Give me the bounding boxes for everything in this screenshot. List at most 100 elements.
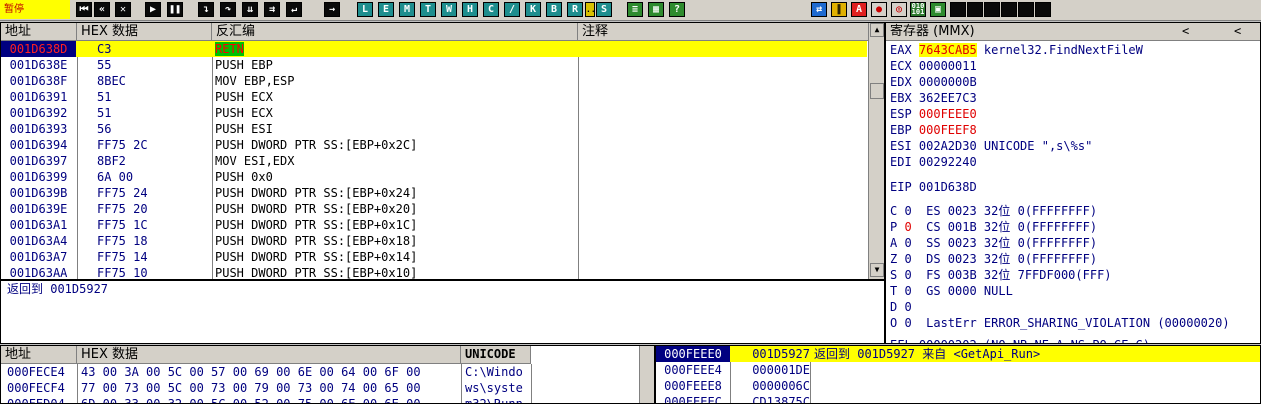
disasm-row[interactable]: 001D6393 56 PUSH ESI xyxy=(1,121,867,137)
disasm-row[interactable]: 001D6394 FF75 2C PUSH DWORD PTR SS:[EBP+0x… xyxy=(1,137,867,153)
record-icon[interactable]: ● xyxy=(871,2,887,17)
disasm-row[interactable]: 001D638F 8BEC MOV EBP,ESP xyxy=(1,73,867,89)
register-ebx[interactable]: EBX 362EE7C3 xyxy=(890,90,977,106)
register-value[interactable]: 000FEEF8 xyxy=(919,123,977,137)
register-efl[interactable]: EFL 00000202 (NO,NB,NE,A,NS,PO,GE,G) xyxy=(890,337,1150,343)
flag-d[interactable]: D 0 xyxy=(890,299,912,315)
flag-value[interactable]: 0 xyxy=(904,204,911,218)
flag-t[interactable]: T 0 GS 0000 NULL xyxy=(890,283,1013,299)
binary-icon[interactable]: 010 101 xyxy=(910,2,926,17)
disassembly-pane[interactable]: 地址 HEX 数据 反汇编 注释 001D638D C3 RETN 001D638E 5… xyxy=(0,22,885,280)
disasm-row[interactable]: 001D63A7 FF75 14 PUSH DWORD PTR SS:[EBP+0x… xyxy=(1,249,867,265)
stack-row[interactable]: 000FEEE8 0000006C xyxy=(656,378,1260,394)
dump-row[interactable]: 000FECF4 77 00 73 00 5C 00 73 00 79 00 73… xyxy=(1,380,637,396)
flag-value[interactable]: 0 xyxy=(904,300,911,314)
toolbar-letter-t-button[interactable]: T xyxy=(420,2,436,17)
disasm-row[interactable]: 001D63A1 FF75 1C PUSH DWORD PTR SS:[EBP+0x… xyxy=(1,217,867,233)
black-box-3-icon[interactable] xyxy=(984,2,1000,17)
refresh-icon[interactable]: ⇄ xyxy=(811,2,827,17)
registers-next-icon[interactable]: < xyxy=(1234,24,1241,38)
register-value[interactable]: 7643CAB5 xyxy=(918,43,977,57)
register-value[interactable]: 002A2D30 xyxy=(919,139,977,153)
flag-value[interactable]: 0 xyxy=(904,220,911,234)
toolbar-letter-s-button[interactable]: S xyxy=(596,2,612,17)
black-box-5-icon[interactable] xyxy=(1018,2,1034,17)
flag-a[interactable]: A 0 SS 0023 32位 0(FFFFFFFF) xyxy=(890,235,1097,251)
pause-thread-icon[interactable]: ∥ xyxy=(831,2,847,17)
flag-value[interactable]: 0 xyxy=(904,236,911,250)
disasm-row[interactable]: 001D6397 8BF2 MOV ESI,EDX xyxy=(1,153,867,169)
disasm-row[interactable]: 001D638D C3 RETN xyxy=(1,41,867,57)
dump-pane[interactable]: 地址 HEX 数据 UNICODE 000FECE4 43 00 3A 00 5C… xyxy=(0,345,655,404)
flag-value[interactable]: 0 xyxy=(904,316,911,330)
flag-p[interactable]: P 0 CS 001B 32位 0(FFFFFFFF) xyxy=(890,219,1097,235)
dump-scrollbar[interactable] xyxy=(639,346,654,403)
go-to-icon[interactable]: → xyxy=(324,2,340,17)
register-eax[interactable]: EAX 7643CAB5 kernel32.FindNextFileW xyxy=(890,42,1143,58)
back-icon[interactable]: « xyxy=(94,2,110,17)
scroll-up-icon[interactable]: ▲ xyxy=(870,23,884,37)
disasm-row[interactable]: 001D6391 51 PUSH ECX xyxy=(1,89,867,105)
target-icon[interactable]: ◎ xyxy=(891,2,907,17)
toolbar-letter-slash-button[interactable]: / xyxy=(504,2,520,17)
toolbar-letter-dots-button[interactable]: ... xyxy=(585,2,600,17)
column-header-disasm[interactable]: 反汇编 xyxy=(212,23,578,41)
disasm-row[interactable]: 001D639B FF75 24 PUSH DWORD PTR SS:[EBP+0x… xyxy=(1,185,867,201)
register-value[interactable]: 0000000B xyxy=(919,75,977,89)
register-value[interactable]: 362EE7C3 xyxy=(919,91,977,105)
disasm-row[interactable]: 001D638E 55 PUSH EBP xyxy=(1,57,867,73)
disasm-row[interactable]: 001D639E FF75 20 PUSH DWORD PTR SS:[EBP+0x… xyxy=(1,201,867,217)
scroll-down-icon[interactable]: ▼ xyxy=(870,263,884,277)
dump-header-hex[interactable]: HEX 数据 xyxy=(77,346,461,364)
flag-z[interactable]: Z 0 DS 0023 32位 0(FFFFFFFF) xyxy=(890,251,1097,267)
flag-value[interactable]: 0 xyxy=(904,252,911,266)
toolbar-letter-w-button[interactable]: W xyxy=(441,2,457,17)
list-icon[interactable]: ≡ xyxy=(627,2,643,17)
stack-pane[interactable]: 000FEEE0 001D5927 返回到 001D5927 来自 <GetApi_… xyxy=(655,345,1261,404)
dump-row[interactable]: 000FED04 6D 00 33 00 32 00 5C 00 52 00 75… xyxy=(1,396,637,403)
pause-icon[interactable]: ❚❚ xyxy=(167,2,183,17)
dump-header-unicode[interactable]: UNICODE xyxy=(461,346,531,364)
help-icon[interactable]: ? xyxy=(669,2,685,17)
stack-row[interactable]: 000FEEEC CD13875C xyxy=(656,394,1260,403)
trace-into-icon[interactable]: ⇊ xyxy=(242,2,258,17)
register-edi[interactable]: EDI 00292240 xyxy=(890,154,977,170)
black-box-2-icon[interactable] xyxy=(967,2,983,17)
dump-header-address[interactable]: 地址 xyxy=(1,346,77,364)
toolbar-letter-e-button[interactable]: E xyxy=(378,2,394,17)
toolbar-letter-m-button[interactable]: M xyxy=(399,2,415,17)
disasm-row[interactable]: 001D63A4 FF75 18 PUSH DWORD PTR SS:[EBP+0x… xyxy=(1,233,867,249)
registers-pane[interactable]: 寄存器 (MMX) < < EAX 7643CAB5 kernel32.Find… xyxy=(885,22,1261,344)
toolbar-letter-r-button[interactable]: R xyxy=(567,2,583,17)
register-esp[interactable]: ESP 000FEEE0 xyxy=(890,106,977,122)
toolbar-letter-l-button[interactable]: L xyxy=(357,2,373,17)
trace-over-icon[interactable]: ⇉ xyxy=(264,2,280,17)
black-box-1-icon[interactable] xyxy=(950,2,966,17)
stack-row[interactable]: 000FEEE4 000001DE xyxy=(656,362,1260,378)
rewind-icon[interactable]: ⏮ xyxy=(76,2,92,17)
register-edx[interactable]: EDX 0000000B xyxy=(890,74,977,90)
register-eip[interactable]: EIP 001D638D xyxy=(890,179,977,195)
flag-value[interactable]: 0 xyxy=(904,284,911,298)
flag-value[interactable]: 0 xyxy=(904,268,911,282)
flag-c[interactable]: C 0 ES 0023 32位 0(FFFFFFFF) xyxy=(890,203,1097,219)
black-box-4-icon[interactable] xyxy=(1001,2,1017,17)
stack-row[interactable]: 000FEEE0 001D5927 返回到 001D5927 来自 <GetApi_… xyxy=(656,346,1260,362)
register-ecx[interactable]: ECX 00000011 xyxy=(890,58,977,74)
close-icon[interactable]: ✕ xyxy=(115,2,131,17)
execute-till-return-icon[interactable]: ↵ xyxy=(286,2,302,17)
disasm-row[interactable]: 001D63AA FF75 10 PUSH DWORD PTR SS:[EBP+0x… xyxy=(1,265,867,279)
toolbar-letter-b-button[interactable]: B xyxy=(546,2,562,17)
dump-row[interactable]: 000FECE4 43 00 3A 00 5C 00 57 00 69 00 6E… xyxy=(1,364,637,380)
window-icon[interactable]: ▣ xyxy=(930,2,946,17)
register-value[interactable]: 000FEEE0 xyxy=(919,107,977,121)
disasm-scrollbar[interactable]: ▲ ▼ xyxy=(868,23,884,279)
toolbar-letter-k-button[interactable]: K xyxy=(525,2,541,17)
toolbar-letter-h-button[interactable]: H xyxy=(462,2,478,17)
a-icon[interactable]: A xyxy=(851,2,867,17)
play-icon[interactable]: ▶ xyxy=(145,2,161,17)
column-header-address[interactable]: 地址 xyxy=(1,23,77,41)
column-header-comment[interactable]: 注释 xyxy=(578,23,869,41)
scroll-thumb[interactable] xyxy=(870,83,884,99)
disasm-row[interactable]: 001D6399 6A 00 PUSH 0x0 xyxy=(1,169,867,185)
